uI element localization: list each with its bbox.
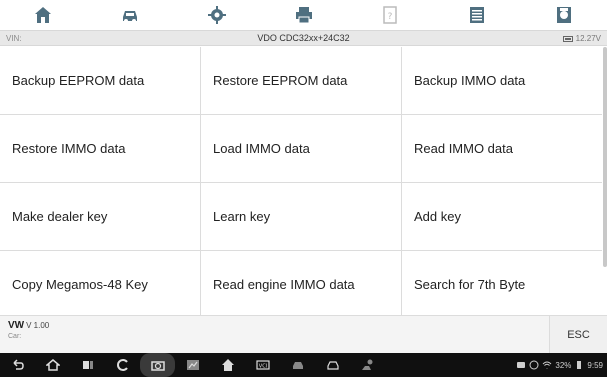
maxiap-home-icon	[221, 359, 234, 371]
svg-text:?: ?	[388, 12, 393, 22]
browser-icon	[116, 359, 128, 371]
message-icon	[517, 362, 526, 368]
menu-item-copy-megamos[interactable]: Copy Megamos-48 Key	[0, 251, 201, 315]
make-label: VW	[8, 320, 25, 331]
function-grid: Backup EEPROM data Restore EEPROM data B…	[0, 47, 602, 315]
vehicle-button[interactable]	[280, 353, 315, 377]
remote-button[interactable]	[350, 353, 385, 377]
screenshot-icon	[186, 360, 199, 370]
home-nav-button[interactable]	[35, 353, 70, 377]
vehicle-swap-icon	[123, 11, 138, 23]
clock: 9:59	[587, 360, 603, 370]
bottom-bar: VW V 1.00 Car: ESC	[0, 315, 607, 354]
vehicle-swap-button[interactable]	[87, 0, 174, 30]
menu-item-read-engine-immo[interactable]: Read engine IMMO data	[201, 251, 402, 315]
settings-icon	[207, 6, 226, 24]
module-title: VDO CDC32xx+24C32	[257, 33, 350, 43]
menu-item-load-immo[interactable]: Load IMMO data	[201, 115, 402, 182]
scrollbar[interactable]	[603, 47, 607, 267]
system-navbar: VCI 32% 9:59	[0, 353, 607, 377]
svg-text:VCI: VCI	[258, 364, 266, 370]
print-button[interactable]	[260, 0, 347, 30]
menu-item-make-dealer-key[interactable]: Make dealer key	[0, 183, 201, 250]
menu-item-learn-key[interactable]: Learn key	[201, 183, 402, 250]
globe-icon	[529, 360, 539, 370]
menu-item-restore-immo[interactable]: Restore IMMO data	[0, 115, 201, 182]
save-button[interactable]	[520, 0, 607, 30]
help-button[interactable]: ?	[347, 0, 434, 30]
home-icon	[35, 7, 52, 23]
car-button[interactable]	[315, 353, 350, 377]
car-label: Car:	[8, 333, 22, 340]
vehicle-info-bar: VIN: VDO CDC32xx+24C32 12.27V	[0, 30, 607, 46]
home-button[interactable]	[0, 0, 87, 30]
screenshot-button[interactable]	[175, 353, 210, 377]
home-icon	[45, 359, 60, 371]
version-label: V 1.00	[26, 321, 50, 330]
vehicle-icon	[292, 362, 303, 369]
battery-icon	[577, 361, 582, 369]
recent-apps-icon	[82, 361, 93, 369]
maxiap-home-button[interactable]	[210, 353, 245, 377]
status-area: 32% 9:59	[516, 360, 603, 370]
menu-item-restore-eeprom[interactable]: Restore EEPROM data	[201, 47, 402, 114]
top-toolbar: ?	[0, 0, 607, 30]
car-icon	[326, 361, 339, 370]
camera-icon	[150, 361, 165, 371]
save-icon	[556, 7, 571, 23]
settings-button[interactable]	[173, 0, 260, 30]
grid-row: Make dealer key Learn key Add key	[0, 183, 602, 251]
battery-percent: 32%	[555, 360, 572, 370]
grid-row: Restore IMMO data Load IMMO data Read IM…	[0, 115, 602, 183]
menu-item-backup-immo[interactable]: Backup IMMO data	[402, 47, 602, 114]
recent-apps-button[interactable]	[70, 353, 105, 377]
vci-button[interactable]: VCI	[245, 353, 280, 377]
browser-button[interactable]	[105, 353, 140, 377]
print-icon	[295, 7, 312, 24]
menu-item-search-7th-byte[interactable]: Search for 7th Byte	[402, 251, 602, 315]
battery-voltage: 12.27V	[562, 34, 601, 43]
grid-row: Copy Megamos-48 Key Read engine IMMO dat…	[0, 251, 602, 315]
grid-row: Backup EEPROM data Restore EEPROM data B…	[0, 47, 602, 115]
vci-icon: VCI	[255, 360, 270, 370]
remote-icon	[361, 359, 372, 370]
wifi-icon	[543, 361, 552, 369]
esc-button[interactable]: ESC	[549, 316, 607, 354]
back-button[interactable]	[0, 353, 35, 377]
menu-item-backup-eeprom[interactable]: Backup EEPROM data	[0, 47, 201, 114]
voltage-value: 12.27V	[575, 34, 601, 43]
back-icon	[12, 359, 24, 370]
data-log-button[interactable]	[434, 0, 521, 30]
menu-item-read-immo[interactable]: Read IMMO data	[402, 115, 602, 182]
vehicle-make: VW V 1.00	[8, 320, 49, 331]
battery-icon	[562, 35, 573, 42]
data-log-icon	[469, 7, 484, 23]
help-icon: ?	[383, 6, 397, 24]
menu-item-add-key[interactable]: Add key	[402, 183, 602, 250]
camera-button[interactable]	[140, 353, 175, 377]
